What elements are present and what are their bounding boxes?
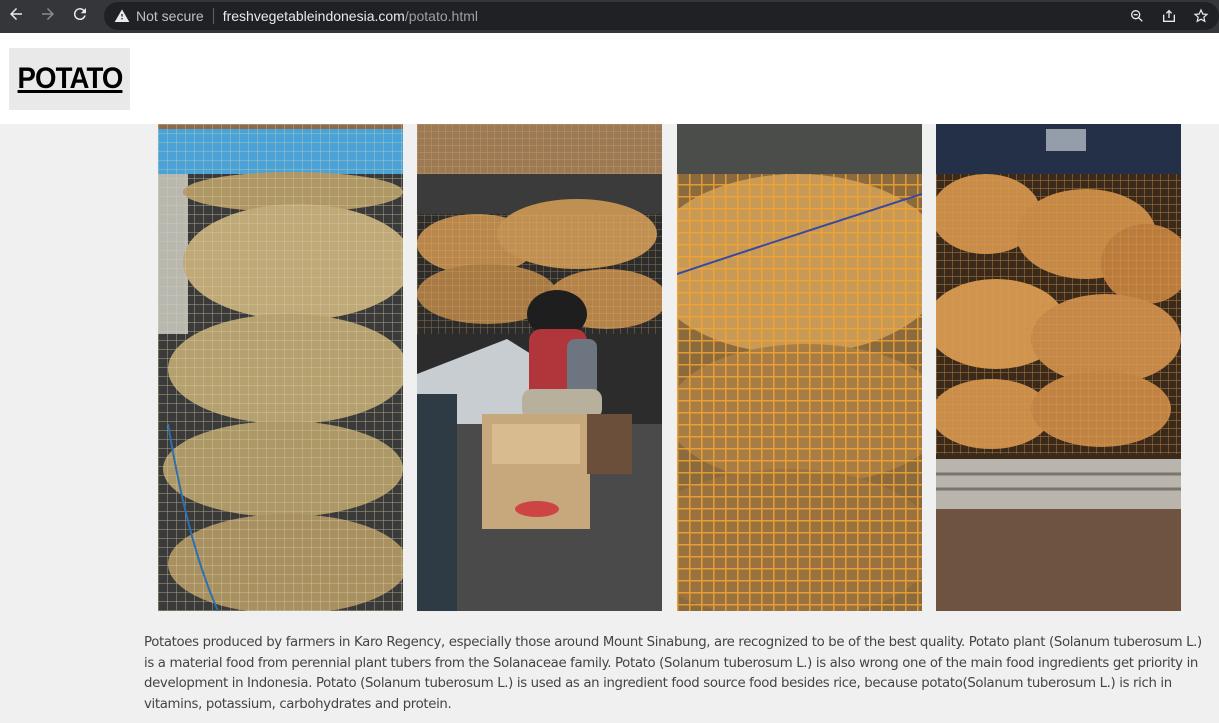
url-host[interactable]: freshvegetableindonesia.com — [223, 8, 405, 24]
potato-sacks-photo-1 — [158, 124, 403, 611]
back-button[interactable] — [0, 2, 32, 32]
omnibox-divider — [212, 8, 214, 24]
forward-button[interactable] — [32, 2, 64, 32]
back-icon — [7, 5, 25, 28]
product-description: Potatoes produced by farmers in Karo Reg… — [144, 635, 1202, 712]
zoom-icon[interactable] — [1125, 4, 1149, 28]
orange-net-closeup-photo — [677, 124, 922, 611]
warning-icon[interactable] — [114, 8, 130, 24]
url-path[interactable]: /potato.html — [405, 8, 478, 24]
warehouse-worker-photo — [417, 124, 662, 611]
omnibox-actions — [1125, 2, 1213, 30]
page-content: POTATO Potatoes produced by farmers in K… — [0, 33, 1219, 723]
page-header: POTATO — [0, 33, 1219, 124]
star-icon[interactable] — [1189, 4, 1213, 28]
security-label[interactable]: Not secure — [136, 8, 204, 24]
forward-icon — [39, 5, 57, 28]
title-box: POTATO — [9, 48, 130, 110]
page-title[interactable]: POTATO — [17, 62, 123, 96]
browser-toolbar: Not secure freshvegetableindonesia.com /… — [0, 0, 1219, 33]
address-bar[interactable]: Not secure freshvegetableindonesia.com /… — [104, 2, 1219, 30]
reload-button[interactable] — [64, 2, 96, 32]
share-icon[interactable] — [1157, 4, 1181, 28]
reload-icon — [71, 5, 89, 28]
sacks-on-pallets-photo — [936, 124, 1181, 611]
